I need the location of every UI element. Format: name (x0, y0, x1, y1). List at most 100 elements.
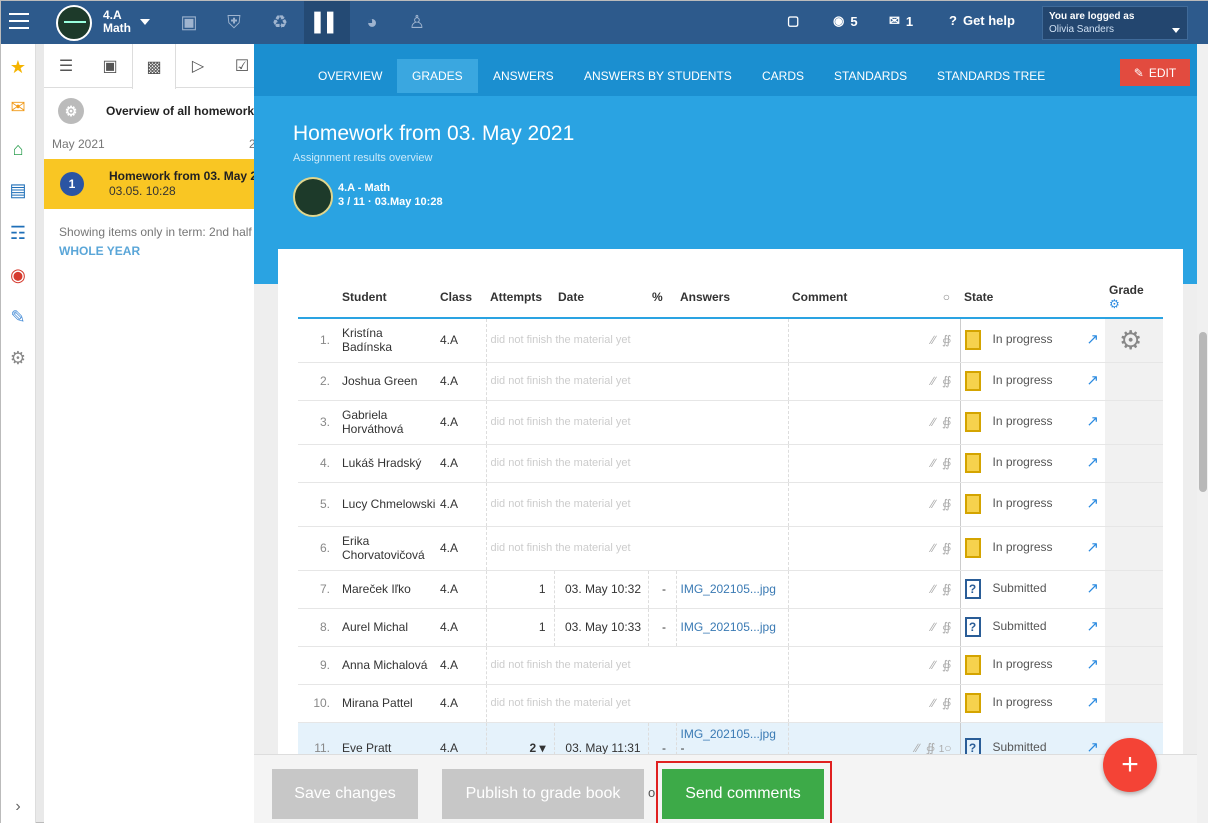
star-icon[interactable]: ★ (7, 56, 29, 78)
mail-button[interactable]: ✉ 1 (889, 13, 913, 29)
class-switcher[interactable]: 4.A Math (103, 9, 131, 35)
attachment-icon[interactable]: ∯ (942, 620, 951, 634)
grade-cell[interactable] (1105, 362, 1163, 401)
tab-overview[interactable]: OVERVIEW (318, 59, 382, 93)
list-icon[interactable]: ☰ (44, 44, 88, 88)
tab-standards-tree[interactable]: STANDARDS TREE (937, 59, 1045, 93)
col-date[interactable]: Date (554, 276, 648, 319)
open-external-icon[interactable]: ↗ (1086, 330, 1099, 348)
gear-icon[interactable]: ⚙ (1109, 297, 1163, 311)
answer-file-link[interactable]: IMG_202105...jpg (681, 620, 776, 634)
chevron-right-icon[interactable]: › (7, 796, 29, 818)
grade-cell[interactable] (1105, 526, 1163, 571)
user-menu[interactable]: You are logged as Olivia Sanders (1042, 6, 1188, 40)
gear-icon[interactable]: ⚙ (1119, 325, 1142, 355)
table-row[interactable]: 3. Gabriela Horváthová 4.A did not finish… (298, 400, 1163, 445)
answer-file-link[interactable]: IMG_202105...jpg (681, 582, 776, 596)
open-external-icon[interactable]: ↗ (1086, 538, 1099, 556)
col-percent[interactable]: % (648, 276, 676, 319)
class-avatar[interactable] (56, 5, 92, 41)
comment-cell[interactable]: ∕∕ ∯ (787, 318, 960, 363)
attachment-icon[interactable]: ∯ (942, 582, 951, 596)
attachment-icon[interactable]: ∯ (942, 333, 951, 347)
play-screen-icon[interactable]: ▷ (176, 44, 220, 88)
tab-answers-by-students[interactable]: ANSWERS BY STUDENTS (584, 59, 732, 93)
tab-grades[interactable]: GRADES (397, 59, 478, 93)
publish-to-gradebook-button[interactable]: Publish to grade book (442, 769, 644, 819)
comment-cell[interactable]: ∕∕ ∯ (787, 570, 960, 609)
grade-cell[interactable] (1105, 646, 1163, 685)
chevron-down-icon[interactable] (140, 19, 150, 25)
edit-comment-icon[interactable]: ∕∕ (931, 541, 935, 555)
table-row[interactable]: 2. Joshua Green 4.A did not finish the ma… (298, 362, 1163, 401)
bank-icon[interactable]: ♻ (257, 1, 303, 44)
save-changes-button[interactable]: Save changes (272, 769, 418, 819)
edit-comment-icon[interactable]: ∕∕ (931, 415, 935, 429)
attachment-icon[interactable]: ∯ (942, 541, 951, 555)
grade-cell[interactable] (1105, 444, 1163, 483)
messages-button[interactable]: ◉ 5 (833, 13, 858, 29)
col-class[interactable]: Class (436, 276, 486, 319)
attachment-icon[interactable]: ∯ (942, 497, 951, 511)
grade-cell[interactable] (1105, 482, 1163, 527)
attachment-icon[interactable]: ∯ (942, 456, 951, 470)
edit-button[interactable]: ✎ EDIT (1120, 59, 1190, 86)
edit-comment-icon[interactable]: ∕∕ (931, 497, 935, 511)
attachment-icon[interactable]: ∯ (942, 658, 951, 672)
open-external-icon[interactable]: ↗ (1086, 494, 1099, 512)
comment-cell[interactable]: ∕∕ ∯ (787, 400, 960, 445)
table-row[interactable]: 8. Aurel Michal 4.A 1 03. May 10:33 - IMG… (298, 608, 1163, 647)
monitor-check-icon[interactable]: ▣ (88, 44, 132, 88)
notebook-icon[interactable]: ▤ (7, 179, 29, 201)
screen-share-icon[interactable]: ▢ (787, 13, 799, 29)
grade-cell[interactable] (1105, 400, 1163, 445)
whole-year-link[interactable]: WHOLE YEAR (59, 244, 140, 258)
backpack-icon[interactable]: ▩ (132, 44, 176, 89)
tab-answers[interactable]: ANSWERS (493, 59, 554, 93)
open-external-icon[interactable]: ↗ (1086, 371, 1099, 389)
tab-standards[interactable]: STANDARDS (834, 59, 907, 93)
grade-cell[interactable]: ⚙ (1105, 318, 1163, 363)
attachment-icon[interactable]: ∯ (942, 415, 951, 429)
homework-list-item[interactable]: 1 Homework from 03. May 2021 03.05. 10:2… (44, 159, 254, 209)
overview-all-homework[interactable]: ⚙ Overview of all homework (58, 98, 254, 124)
edit-comment-icon[interactable]: ∕∕ (931, 658, 935, 672)
comment-cell[interactable]: ∕∕ ∯ (787, 526, 960, 571)
col-student[interactable]: Student (338, 276, 436, 319)
add-button[interactable]: + (1103, 738, 1157, 792)
table-row[interactable]: 6. Erika Chorvatovičová 4.A did not finis… (298, 526, 1163, 571)
discussion-icon[interactable]: ◉ (7, 264, 29, 286)
open-external-icon[interactable]: ↗ (1086, 693, 1099, 711)
test-icon[interactable]: ☑ (220, 44, 254, 88)
comment-cell[interactable]: ∕∕ ∯ (787, 482, 960, 527)
edit-comment-icon[interactable]: ∕∕ (931, 582, 935, 596)
home-icon[interactable]: ⌂ (7, 138, 29, 160)
tab-cards[interactable]: CARDS (762, 59, 804, 93)
answer-file-link[interactable]: IMG_202105...jpg (681, 727, 776, 741)
grade-cell[interactable] (1105, 684, 1163, 723)
table-row[interactable]: 9. Anna Michalová 4.A did not finish the … (298, 646, 1163, 685)
edit-comment-icon[interactable]: ∕∕ (931, 333, 935, 347)
graph-circle-icon[interactable]: ◕ (349, 1, 395, 44)
grade-cell[interactable] (1105, 570, 1163, 609)
comment-cell[interactable]: ∕∕ ∯ (787, 444, 960, 483)
mail-icon[interactable]: ✉ (7, 96, 29, 118)
walking-people-icon[interactable]: ♙ (394, 1, 440, 44)
table-row[interactable]: 7. Mareček Iľko 4.A 1 03. May 10:32 - IMG… (298, 570, 1163, 609)
table-row[interactable]: 10. Mirana Pattel 4.A did not finish the … (298, 684, 1163, 723)
chart-icon[interactable]: ▌▌ (304, 1, 350, 44)
pen-icon[interactable]: ✎ (7, 306, 29, 328)
comment-cell[interactable]: ∕∕ ∯ (787, 608, 960, 647)
comment-cell[interactable]: ∕∕ ∯ (787, 362, 960, 401)
edit-comment-icon[interactable]: ∕∕ (931, 696, 935, 710)
table-row[interactable]: 5. Lucy Chmelowski 4.A did not finish the… (298, 482, 1163, 527)
edit-comment-icon[interactable]: ∕∕ (931, 620, 935, 634)
shield-icon[interactable]: ⛨ (211, 1, 257, 44)
help-button[interactable]: ? Get help (949, 13, 1015, 28)
briefcase-icon[interactable]: ▣ (166, 1, 212, 44)
book-icon[interactable]: ☶ (7, 222, 29, 244)
open-external-icon[interactable]: ↗ (1086, 655, 1099, 673)
comment-cell[interactable]: ∕∕ ∯ (787, 646, 960, 685)
attachment-icon[interactable]: ∯ (926, 741, 935, 755)
attachment-icon[interactable]: ∯ (942, 696, 951, 710)
